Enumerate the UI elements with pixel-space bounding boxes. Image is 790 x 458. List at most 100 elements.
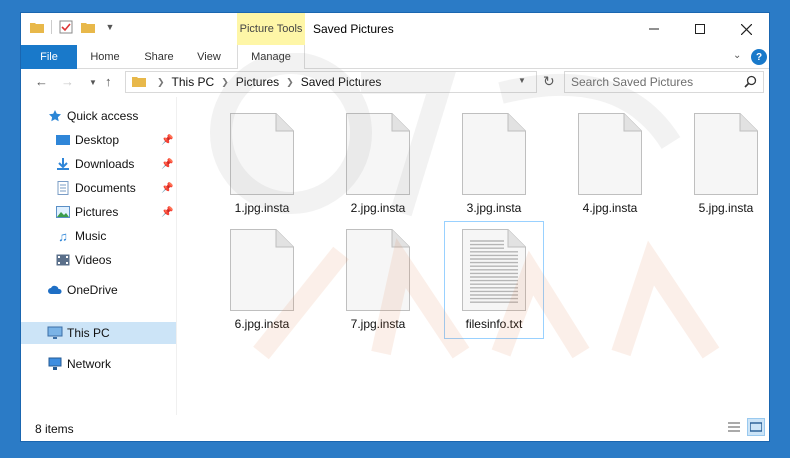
breadcrumb-this-pc[interactable]: This PC	[172, 75, 215, 89]
pin-icon[interactable]: 📌	[161, 207, 173, 218]
forward-button[interactable]: →	[61, 74, 74, 89]
nav-item-downloads[interactable]: Downloads	[55, 153, 134, 175]
minimize-button[interactable]	[631, 13, 677, 45]
blank-file-icon	[230, 113, 294, 195]
nav-label: Desktop	[75, 133, 120, 147]
file-name: 2.jpg.insta	[350, 201, 406, 215]
address-dropdown-icon[interactable]: ▼	[518, 76, 526, 85]
expand-ribbon-icon[interactable]: ⌄	[733, 50, 741, 61]
videos-icon	[55, 252, 71, 268]
large-icons-view-button[interactable]	[747, 418, 765, 436]
downloads-icon	[55, 156, 71, 172]
nav-item-pictures[interactable]: Pictures	[55, 201, 118, 223]
nav-item-videos[interactable]: Videos	[55, 249, 111, 271]
breadcrumb-pictures[interactable]: Pictures	[236, 75, 279, 89]
documents-icon	[55, 180, 71, 196]
blank-file-icon	[346, 229, 410, 311]
nav-label: Pictures	[75, 205, 119, 219]
new-folder-icon[interactable]	[80, 19, 96, 35]
nav-item-desktop[interactable]: Desktop	[55, 129, 119, 151]
tab-manage[interactable]: Manage	[237, 45, 305, 69]
pictures-icon	[55, 204, 71, 220]
help-icon[interactable]: ?	[751, 49, 767, 65]
nav-label: Quick access	[67, 109, 139, 123]
address-bar[interactable]: ❯ This PC ❯ Pictures ❯ Saved Pictures	[125, 71, 537, 93]
file-item[interactable]: 4.jpg.insta	[560, 113, 660, 215]
blank-file-icon	[462, 113, 526, 195]
nav-item-documents[interactable]: Documents	[55, 177, 136, 199]
nav-quick-access[interactable]: Quick access	[47, 105, 138, 127]
file-item[interactable]: filesinfo.txt	[444, 221, 544, 339]
blank-file-icon	[694, 113, 758, 195]
tab-file[interactable]: File	[21, 45, 77, 69]
properties-icon[interactable]	[58, 19, 74, 35]
file-item[interactable]: 3.jpg.insta	[444, 113, 544, 215]
status-bar: 8 items	[21, 417, 769, 441]
maximize-button[interactable]	[677, 13, 723, 45]
ribbon-tabs: File Home Share View Manage ⌄ ?	[21, 45, 769, 69]
file-list: 1.jpg.insta 2.jpg.insta 3.jpg.insta 4.jpg.i…	[178, 97, 769, 415]
nav-network[interactable]: Network	[47, 353, 111, 375]
up-button[interactable]: ↑	[105, 74, 112, 89]
file-item[interactable]: 2.jpg.insta	[328, 113, 428, 215]
nav-item-music[interactable]: ♫ Music	[55, 225, 106, 247]
file-name: 3.jpg.insta	[466, 201, 522, 215]
pin-icon[interactable]: 📌	[161, 183, 173, 194]
close-button[interactable]	[723, 13, 769, 45]
customize-qat-icon[interactable]: ▼	[102, 19, 118, 35]
back-button[interactable]: ←	[35, 74, 48, 89]
window-title: Saved Pictures	[313, 22, 394, 36]
picture-tools-label: Picture Tools	[237, 13, 305, 45]
chevron-right-icon: ❯	[286, 76, 294, 87]
nav-onedrive[interactable]: OneDrive	[47, 279, 118, 301]
nav-this-pc[interactable]: This PC	[21, 322, 176, 344]
cloud-icon	[47, 282, 63, 298]
nav-label: This PC	[67, 326, 110, 340]
star-icon	[47, 108, 63, 124]
breadcrumb-saved-pictures[interactable]: Saved Pictures	[301, 75, 382, 89]
nav-label: Downloads	[75, 157, 135, 171]
search-input[interactable]: Search Saved Pictures	[564, 71, 764, 93]
nav-label: OneDrive	[67, 283, 118, 297]
explorer-window: ▼ Picture Tools Saved Pictures File Home…	[20, 12, 770, 442]
refresh-icon[interactable]: ↻	[543, 73, 555, 90]
file-name: filesinfo.txt	[465, 317, 523, 331]
blank-file-icon	[578, 113, 642, 195]
blank-file-icon	[230, 229, 294, 311]
item-count: 8 items	[35, 422, 74, 436]
recent-locations-icon[interactable]: ▼	[89, 78, 97, 87]
file-item[interactable]: 5.jpg.insta	[676, 113, 776, 215]
file-name: 7.jpg.insta	[350, 317, 406, 331]
file-item[interactable]: 6.jpg.insta	[212, 229, 312, 331]
tab-home[interactable]: Home	[83, 45, 127, 69]
file-item[interactable]: 7.jpg.insta	[328, 229, 428, 331]
address-row: ← → ▼ ↑ ❯ This PC ❯ Pictures ❯ Saved Pic…	[21, 70, 769, 96]
tab-view[interactable]: View	[191, 45, 227, 69]
desktop-folder-icon	[55, 132, 71, 148]
search-icon[interactable]	[744, 75, 757, 91]
file-item[interactable]: 1.jpg.insta	[212, 113, 312, 215]
nav-label: Music	[75, 229, 107, 243]
tab-share[interactable]: Share	[139, 45, 179, 69]
navigation-pane: Quick access Desktop 📌 Downloads 📌 Docum…	[21, 97, 177, 415]
chevron-right-icon: ❯	[221, 76, 229, 87]
pin-icon[interactable]: 📌	[161, 159, 173, 170]
folder-icon	[132, 75, 146, 90]
pin-icon[interactable]: 📌	[161, 135, 173, 146]
title-bar: ▼ Picture Tools Saved Pictures	[21, 13, 769, 45]
search-placeholder: Search Saved Pictures	[571, 75, 694, 89]
chevron-right-icon: ❯	[157, 76, 165, 87]
nav-label: Videos	[75, 253, 112, 267]
nav-label: Documents	[75, 181, 136, 195]
computer-icon	[47, 325, 63, 341]
folder-icon[interactable]	[29, 19, 45, 35]
text-document-icon	[462, 229, 526, 311]
file-name: 6.jpg.insta	[234, 317, 290, 331]
file-name: 4.jpg.insta	[582, 201, 638, 215]
details-view-button[interactable]	[725, 418, 743, 436]
network-icon	[47, 356, 63, 372]
nav-label: Network	[67, 357, 112, 371]
file-name: 1.jpg.insta	[234, 201, 290, 215]
file-name: 5.jpg.insta	[698, 201, 754, 215]
blank-file-icon	[346, 113, 410, 195]
